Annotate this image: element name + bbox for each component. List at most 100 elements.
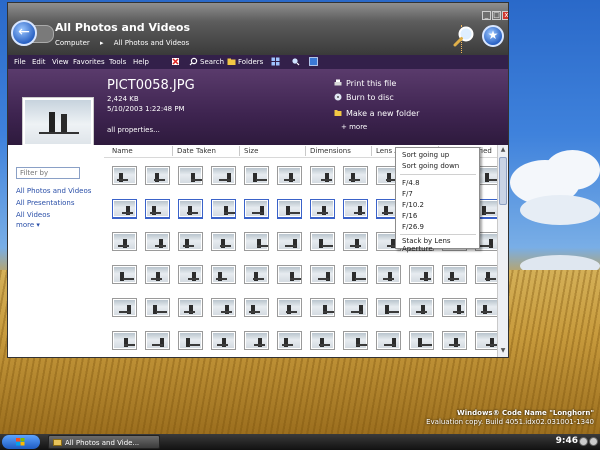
column-divider[interactable] (172, 146, 173, 156)
photo-thumbnail[interactable] (178, 298, 203, 317)
photo-thumbnail[interactable] (343, 199, 368, 218)
photo-thumbnail[interactable] (244, 265, 269, 284)
column-size[interactable]: Size (244, 147, 258, 155)
task-print[interactable]: Print this file (334, 79, 396, 88)
menu-stack-by-aperture[interactable]: Stack by Lens Aperture (402, 237, 479, 253)
photo-thumbnail[interactable] (112, 166, 137, 185)
photo-thumbnail[interactable] (442, 298, 467, 317)
photo-thumbnail[interactable] (178, 265, 203, 284)
photo-thumbnail[interactable] (409, 298, 434, 317)
more-tasks-link[interactable]: + more (341, 123, 367, 131)
photo-thumbnail[interactable] (310, 265, 335, 284)
nav-all-photos-videos[interactable]: All Photos and Videos (16, 187, 91, 195)
views-icon[interactable] (271, 57, 280, 66)
zoom-icon[interactable] (291, 57, 300, 66)
photo-thumbnail[interactable] (178, 331, 203, 350)
photo-thumbnail[interactable] (277, 265, 302, 284)
photo-thumbnail[interactable] (112, 265, 137, 284)
search-icon[interactable] (453, 25, 475, 47)
menu-sort-down[interactable]: Sort going down (402, 162, 459, 170)
column-date-taken[interactable]: Date Taken (177, 147, 216, 155)
photo-thumbnail[interactable] (277, 331, 302, 350)
photo-thumbnail[interactable] (211, 199, 236, 218)
vertical-scrollbar[interactable]: ▲ ▼ (497, 145, 508, 357)
menu-filter-f16[interactable]: F/16 (402, 212, 417, 220)
breadcrumb-current[interactable]: All Photos and Videos (114, 39, 189, 47)
back-button[interactable]: ← (11, 20, 37, 46)
scroll-thumb[interactable] (499, 157, 507, 205)
selected-photo-preview[interactable] (22, 97, 94, 147)
maximize-button[interactable]: □ (492, 11, 501, 20)
menu-filter-f10-2[interactable]: F/10.2 (402, 201, 424, 209)
photo-thumbnail[interactable] (211, 265, 236, 284)
photo-thumbnail[interactable] (145, 232, 170, 251)
folders-button[interactable]: Folders (238, 58, 263, 66)
photo-thumbnail[interactable] (145, 331, 170, 350)
search-button[interactable]: Search (200, 58, 224, 66)
taskbar-explorer-button[interactable]: All Photos and Vide... (48, 435, 160, 449)
photo-thumbnail[interactable] (310, 331, 335, 350)
column-divider[interactable] (371, 146, 372, 156)
photo-thumbnail[interactable] (376, 298, 401, 317)
photo-thumbnail[interactable] (145, 265, 170, 284)
photo-thumbnail[interactable] (277, 232, 302, 251)
photo-thumbnail[interactable] (409, 265, 434, 284)
menu-filter-f26-9[interactable]: F/26.9 (402, 223, 424, 231)
menu-view[interactable]: View (52, 58, 69, 66)
menu-tools[interactable]: Tools (109, 58, 126, 66)
menu-help[interactable]: Help (133, 58, 149, 66)
photo-thumbnail[interactable] (442, 331, 467, 350)
photo-thumbnail[interactable] (310, 166, 335, 185)
photo-thumbnail[interactable] (211, 298, 236, 317)
all-properties-link[interactable]: all properties... (107, 126, 160, 134)
photo-thumbnail[interactable] (178, 232, 203, 251)
photo-thumbnail[interactable] (343, 298, 368, 317)
minimize-button[interactable]: _ (482, 11, 491, 20)
tray-icon[interactable] (579, 437, 588, 446)
column-name[interactable]: Name (112, 147, 133, 155)
folder-icon[interactable] (227, 57, 236, 66)
delete-icon[interactable] (171, 57, 180, 66)
task-new-folder[interactable]: Make a new folder (334, 109, 419, 118)
search-icon[interactable] (189, 57, 198, 66)
nav-all-presentations[interactable]: All Presentations (16, 199, 75, 207)
close-button[interactable]: x (502, 11, 508, 20)
photo-thumbnail[interactable] (310, 232, 335, 251)
photo-thumbnail[interactable] (376, 331, 401, 350)
column-dimensions[interactable]: Dimensions (310, 147, 351, 155)
column-divider[interactable] (305, 146, 306, 156)
photo-thumbnail[interactable] (244, 331, 269, 350)
photo-thumbnail[interactable] (343, 166, 368, 185)
photo-thumbnail[interactable] (178, 166, 203, 185)
photo-thumbnail[interactable] (211, 232, 236, 251)
photo-thumbnail[interactable] (112, 331, 137, 350)
clock[interactable]: 9:46 (556, 436, 578, 446)
photo-thumbnail[interactable] (244, 232, 269, 251)
photo-thumbnail[interactable] (277, 166, 302, 185)
photo-thumbnail[interactable] (310, 298, 335, 317)
photo-thumbnail[interactable] (145, 199, 170, 218)
scroll-up-icon[interactable]: ▲ (499, 146, 507, 154)
photo-thumbnail[interactable] (211, 166, 236, 185)
photo-thumbnail[interactable] (343, 232, 368, 251)
photo-thumbnail[interactable] (112, 199, 137, 218)
photo-thumbnail[interactable] (145, 298, 170, 317)
menu-edit[interactable]: Edit (32, 58, 46, 66)
photo-thumbnail[interactable] (442, 265, 467, 284)
column-divider[interactable] (239, 146, 240, 156)
task-burn[interactable]: Burn to disc (334, 93, 394, 102)
nav-all-videos[interactable]: All Videos (16, 211, 50, 219)
preview-pane-icon[interactable] (309, 57, 318, 66)
photo-thumbnail[interactable] (277, 298, 302, 317)
breadcrumb-computer[interactable]: Computer (55, 39, 90, 47)
photo-thumbnail[interactable] (409, 331, 434, 350)
photo-thumbnail[interactable] (112, 232, 137, 251)
photo-thumbnail[interactable] (343, 265, 368, 284)
tray-icon[interactable] (589, 437, 598, 446)
menu-favorites[interactable]: Favorites (73, 58, 105, 66)
star-button[interactable]: ★ (482, 25, 504, 47)
photo-thumbnail[interactable] (310, 199, 335, 218)
menu-filter-f4-8[interactable]: F/4.8 (402, 179, 420, 187)
photo-thumbnail[interactable] (178, 199, 203, 218)
title-bar[interactable]: ← All Photos and Videos Computer ▸ All P… (8, 3, 508, 55)
